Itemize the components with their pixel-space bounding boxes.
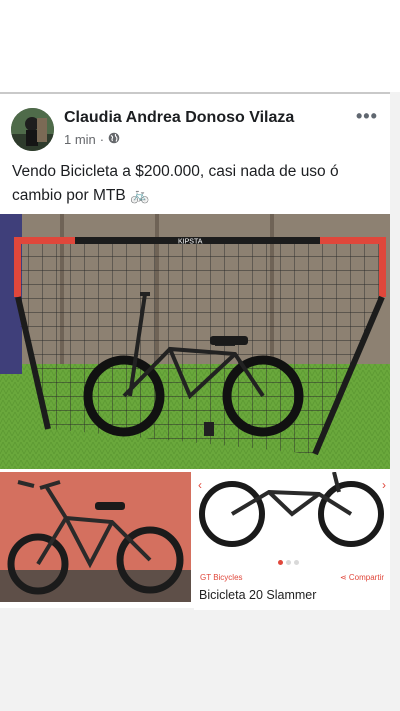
post-time[interactable]: 1 min — [64, 132, 96, 147]
post-meta: 1 min · — [64, 132, 120, 147]
net-brand-label: KIPSTA — [178, 239, 203, 246]
share-button[interactable]: ⋖ Compartir — [340, 573, 384, 582]
carousel-dot[interactable] — [278, 560, 283, 565]
carousel-dot[interactable] — [286, 560, 291, 565]
carousel-dot[interactable] — [294, 560, 299, 565]
share-icon: ⋖ — [339, 573, 349, 582]
share-label: Compartir — [348, 573, 384, 582]
shop-brand[interactable]: GT Bicycles — [200, 573, 243, 582]
globe-icon — [108, 132, 120, 147]
avatar[interactable] — [11, 108, 54, 151]
author-name[interactable]: Claudia Andrea Donoso Vilaza — [64, 109, 294, 127]
meta-separator: · — [99, 132, 105, 147]
more-options-icon[interactable]: ••• — [356, 106, 378, 127]
photo-main[interactable]: KIPSTA — [0, 214, 390, 469]
status-area-blank — [0, 0, 400, 92]
photo-bike-side[interactable] — [0, 472, 191, 602]
product-title[interactable]: Bicicleta 20 Slammer — [199, 588, 316, 602]
facebook-post: Claudia Andrea Donoso Vilaza 1 min · •••… — [0, 92, 390, 610]
carousel-dots — [278, 560, 299, 565]
post-text: Vendo Bicicleta a $200.000, casi nada de… — [12, 163, 339, 204]
photo-shop-listing[interactable]: ‹ › GT Bicycles ⋖ Compartir Bicicleta 20… — [194, 472, 390, 610]
